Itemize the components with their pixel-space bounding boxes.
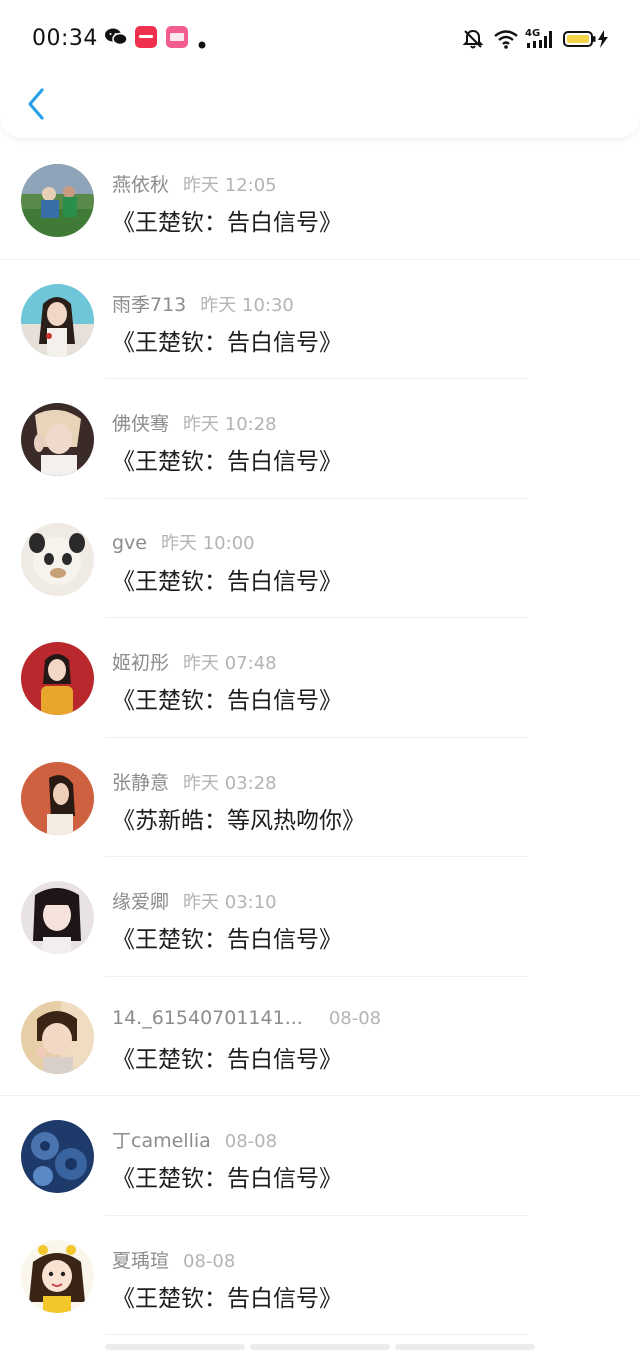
status-time: 00:34 (32, 26, 98, 51)
message-time: 08-08 (183, 1250, 236, 1272)
message-time: 昨天 10:28 (183, 414, 277, 435)
message-text: 《王楚钦：告白信号》 (112, 329, 342, 356)
bell-mute-icon (462, 28, 484, 54)
battery-charging-icon (563, 29, 611, 53)
message-time: 昨天 07:48 (183, 653, 277, 674)
message-time: 昨天 03:10 (183, 892, 277, 913)
list-item[interactable]: 佛侠骞 昨天 10:28 《王楚钦：告白信号》 (0, 379, 640, 499)
sender-name: 佛侠骞 (112, 413, 170, 435)
xiaohongshu-icon (135, 26, 157, 52)
avatar[interactable] (21, 283, 94, 357)
list-item[interactable]: 张静意 昨天 03:28 《苏新皓：等风热吻你》 (0, 738, 640, 857)
avatar[interactable] (21, 1000, 94, 1074)
list-item[interactable]: 姬初彤 昨天 07:48 《王楚钦：告白信号》 (0, 618, 640, 738)
message-time: 08-08 (328, 1007, 382, 1029)
avatar[interactable] (21, 642, 94, 715)
list-item[interactable]: 丁camellia 08-08 《王楚钦：告白信号》 (0, 1096, 640, 1216)
sender-name-line: 燕依秋 昨天 12:05 (112, 170, 277, 197)
message-text: 《王楚钦：告白信号》 (112, 927, 342, 953)
message-time: 昨天 10:30 (200, 294, 294, 316)
avatar[interactable] (21, 403, 94, 476)
message-time: 昨天 03:28 (183, 772, 277, 794)
wifi-icon (493, 29, 519, 53)
sender-name: 姬初彤 (112, 652, 170, 674)
avatar[interactable] (21, 1120, 94, 1193)
avatar[interactable] (21, 761, 94, 835)
list-item[interactable]: gve 昨天 10:00 《王楚钦：告白信号》 (0, 499, 640, 618)
sender-name-line: 缘爱卿 昨天 03:10 (112, 887, 277, 914)
avatar[interactable] (21, 522, 94, 596)
indicator-segment (395, 1344, 535, 1350)
message-text: 《王楚钦：告白信号》 (112, 688, 342, 714)
bottom-scroll-indicator (105, 1344, 535, 1351)
dot-icon (198, 34, 206, 53)
sender-name: 缘爱卿 (112, 891, 170, 913)
network-type-label: 4G (525, 28, 540, 39)
message-time: 昨天 12:05 (183, 175, 277, 196)
list-item[interactable]: 夏瑀瑄 08-08 《王楚钦：告白信号》 (0, 1216, 640, 1335)
status-bar: 00:34 4G (0, 0, 640, 80)
list-item[interactable]: 燕依秋 昨天 12:05 《王楚钦：告白信号》 (0, 140, 640, 260)
sender-name: 张静意 (112, 771, 170, 794)
sender-name-line: 佛侠骞 昨天 10:28 (112, 409, 277, 436)
avatar[interactable] (21, 881, 94, 954)
message-time: 昨天 10:00 (161, 532, 255, 554)
sender-name-line: 姬初彤 昨天 07:48 (112, 648, 277, 675)
sender-name: 雨季713 (112, 293, 187, 316)
wechat-icon (104, 26, 128, 52)
sender-name: 14._61540701141... (112, 1006, 303, 1029)
sender-name-line: 夏瑀瑄 08-08 (112, 1246, 235, 1273)
message-text: 《王楚钦：告白信号》 (112, 449, 342, 475)
message-text: 《王楚钦：告白信号》 (112, 1285, 342, 1312)
avatar[interactable] (21, 1239, 94, 1313)
sender-name-line: 雨季713 昨天 10:30 (112, 290, 294, 317)
sender-name-line: 张静意 昨天 03:28 (112, 768, 277, 795)
message-text: 《王楚钦：告白信号》 (112, 210, 342, 236)
message-time: 08-08 (224, 1131, 278, 1152)
message-text: 《苏新皓：等风热吻你》 (112, 807, 365, 834)
app-icon (166, 26, 188, 52)
list-item[interactable]: 14._61540701141... 08-08 《王楚钦：告白信号》 (0, 977, 640, 1096)
list-item[interactable]: 缘爱卿 昨天 03:10 《王楚钦：告白信号》 (0, 857, 640, 977)
back-button[interactable] (18, 84, 54, 124)
sender-name: 夏瑀瑄 (112, 1249, 170, 1272)
sender-name-line: gve 昨天 10:00 (112, 529, 255, 555)
message-text: 《王楚钦：告白信号》 (112, 1166, 342, 1192)
sender-name-line: 14._61540701141... 08-08 (112, 1007, 381, 1029)
divider (105, 1334, 528, 1335)
list-item[interactable]: 雨季713 昨天 10:30 《王楚钦：告白信号》 (0, 260, 640, 379)
4g-signal-icon: 4G (525, 26, 555, 54)
message-text: 《王楚钦：告白信号》 (112, 568, 342, 595)
chevron-left-icon (28, 88, 44, 120)
sender-name: gve (112, 531, 147, 554)
sender-name-line: 丁camellia 08-08 (112, 1126, 277, 1153)
sender-name: 燕依秋 (112, 174, 170, 196)
sender-name: 丁camellia (112, 1130, 211, 1152)
indicator-segment (250, 1344, 390, 1350)
top-header: 00:34 4G (0, 0, 640, 138)
message-list: 燕依秋 昨天 12:05 《王楚钦：告白信号》 雨季713 昨天 10:30 《王楚… (0, 140, 640, 1335)
message-text: 《王楚钦：告白信号》 (112, 1046, 342, 1073)
indicator-segment (105, 1344, 245, 1350)
avatar[interactable] (21, 164, 94, 237)
